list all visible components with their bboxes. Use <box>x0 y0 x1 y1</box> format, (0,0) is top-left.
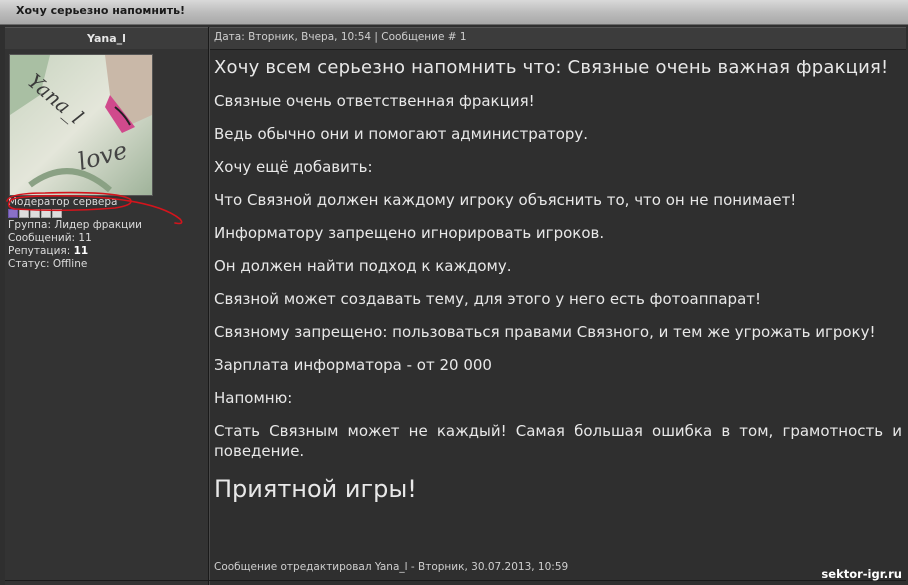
post-paragraph: Зарплата информатора - от 20 000 <box>214 356 492 374</box>
avatar[interactable]: Yana_l love <box>9 54 153 196</box>
post-paragraph: Связной может создавать тему, для этого … <box>214 290 762 308</box>
post-paragraph: Информатору запрещено игнорировать игрок… <box>214 224 605 242</box>
rank-pip-empty <box>52 209 62 218</box>
user-reputation: Репутация: 11 <box>8 245 142 258</box>
post-bottom-divider <box>5 580 906 581</box>
post-meta: Дата: Вторник, Вчера, 10:54 | Сообщение … <box>214 31 467 43</box>
post-paragraph: Связному запрещено: пользоваться правами… <box>214 323 876 341</box>
user-rank-title: Модератор сервера <box>8 196 118 208</box>
column-divider <box>208 27 209 585</box>
topic-title: Хочу серьезно напомнить! <box>16 4 186 17</box>
reputation-label: Репутация: <box>8 245 74 257</box>
author-name-link[interactable]: Yana_l <box>5 32 208 45</box>
rank-pip-empty <box>30 209 40 218</box>
post-paragraph: Напомню: <box>214 389 293 407</box>
post-body: Хочу всем серьезно напомнить что: Связны… <box>214 54 902 516</box>
user-post-count: Сообщений: 11 <box>8 232 92 244</box>
rank-pip-filled <box>8 209 18 218</box>
topic-header-bar: Хочу серьезно напомнить! <box>0 0 908 25</box>
avatar-image: Yana_l love <box>10 55 152 195</box>
user-group: Группа: Лидер фракции <box>8 219 142 231</box>
user-info: Группа: Лидер фракции Сообщений: 11 Репу… <box>8 219 142 271</box>
rank-pip-empty <box>19 209 29 218</box>
post-closing-line: Приятной игры! <box>214 475 417 503</box>
rank-pip-empty <box>41 209 51 218</box>
post-paragraph: Он должен найти подход к каждому. <box>214 257 512 275</box>
site-watermark: sektor-igr.ru <box>821 567 902 581</box>
post-paragraph: Хочу ещё добавить: <box>214 158 373 176</box>
post-date-and-number: Дата: Вторник, Вчера, 10:54 | Сообщение … <box>214 31 467 43</box>
user-status: Статус: Offline <box>8 258 88 270</box>
reputation-value[interactable]: 11 <box>74 245 89 257</box>
post-paragraph: Хочу всем серьезно напомнить что: Связны… <box>214 57 889 78</box>
post-paragraph: Ведь обычно они и помогают администратор… <box>214 125 589 143</box>
forum-page: Хочу серьезно напомнить! Yana_l Дата: Вт… <box>0 0 908 585</box>
user-panel: Yana_l love Модератор сервера Группа: Ли… <box>5 49 208 585</box>
post-paragraph: Связные очень ответственная фракция! <box>214 92 535 110</box>
rank-pips <box>8 209 62 218</box>
edit-note: Сообщение отредактировал Yana_l - Вторни… <box>214 561 569 573</box>
post-paragraph: Стать Связным может не каждый! Самая бол… <box>214 422 902 460</box>
post-paragraph: Что Связной должен каждому игроку объясн… <box>214 191 797 209</box>
